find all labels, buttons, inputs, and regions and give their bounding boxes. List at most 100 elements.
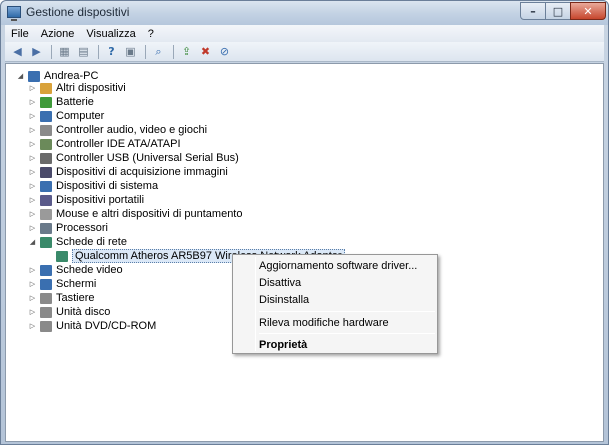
list-view-icon[interactable]: ▤ [75, 44, 92, 60]
context-menu: Aggiornamento software driver... Disatti… [232, 254, 438, 354]
tree-category-label: Altri dispositivi [56, 82, 126, 94]
network-adapter-icon [56, 250, 68, 262]
computer-icon [28, 70, 40, 82]
expand-icon[interactable]: ▷ [28, 98, 37, 106]
update-driver-icon[interactable]: ⇪ [178, 44, 195, 60]
expand-icon[interactable]: ▷ [28, 266, 37, 274]
tree-category-label: Schede di rete [56, 236, 127, 248]
close-button[interactable]: ✕ [570, 2, 606, 20]
ide-controller-icon [40, 138, 52, 150]
menu-bar: File Azione Visualizza ? [5, 25, 604, 42]
tree-category-label: Processori [56, 222, 108, 234]
expand-icon[interactable]: ▷ [28, 182, 37, 190]
tree-category-label: Controller audio, video e giochi [56, 124, 208, 136]
mouse-icon [40, 208, 52, 220]
expand-icon[interactable]: ▷ [28, 224, 37, 232]
forward-icon[interactable]: ▶ [28, 44, 45, 60]
window-title: Gestione dispositivi [26, 5, 130, 19]
back-icon[interactable]: ◀ [9, 44, 26, 60]
collapse-icon[interactable]: ◢ [16, 72, 25, 80]
tree-category-label: Schede video [56, 264, 123, 276]
tree-category[interactable]: ▷ Tastiere [28, 291, 95, 305]
expand-icon[interactable]: ▷ [28, 126, 37, 134]
tree-category[interactable]: ▷ Mouse e altri dispositivi di puntamento [28, 207, 243, 221]
menu-update-driver[interactable]: Aggiornamento software driver... [259, 260, 417, 272]
tree-category-label: Dispositivi di sistema [56, 180, 159, 192]
help-icon[interactable]: ? [103, 44, 120, 60]
tree-category[interactable]: ▷ Dispositivi di acquisizione immagini [28, 165, 228, 179]
tree-category[interactable]: ▷ Dispositivi di sistema [28, 179, 158, 193]
speaker-icon [40, 124, 52, 136]
tree-category-label: Schermi [56, 278, 97, 290]
expand-icon[interactable]: ▷ [28, 140, 37, 148]
expand-icon[interactable]: ▷ [28, 196, 37, 204]
expand-icon[interactable]: ▷ [28, 322, 37, 330]
menu-visualizza[interactable]: Visualizza [80, 28, 141, 40]
tree-category[interactable]: ▷ Processori [28, 221, 108, 235]
device-tree[interactable]: ◢ Andrea-PC ▷ Altri dispositivi ▷ Batterie ▷… [5, 63, 604, 442]
camera-icon [40, 166, 52, 178]
menu-gutter [255, 257, 256, 351]
toolbar-separator [98, 44, 99, 59]
battery-icon [40, 96, 52, 108]
tree-category-label: Dispositivi portatili [56, 194, 145, 206]
tree-category[interactable]: ▷ Altri dispositivi [28, 81, 126, 95]
tree-category[interactable]: ▷ Schermi [28, 277, 97, 291]
expand-icon[interactable]: ▷ [28, 112, 37, 120]
tree-category[interactable]: ▷ Unità DVD/CD-ROM [28, 319, 156, 333]
toolbar-separator [173, 44, 174, 59]
toolbar-separator [51, 44, 52, 59]
minimize-button[interactable]: – [520, 2, 546, 20]
tree-category-label: Computer [56, 110, 105, 122]
device-manager-icon [7, 6, 21, 21]
expand-icon[interactable]: ▷ [28, 210, 37, 218]
monitor-icon [40, 278, 52, 290]
toolbar: ◀ ▶ ▦ ▤ ? ▣ ⌕ ⇪ ✖ ⊘ [5, 42, 604, 62]
menu-separator [259, 333, 435, 334]
tree-category[interactable]: ▷ Schede video [28, 263, 123, 277]
menu-scan-changes[interactable]: Rileva modifiche hardware [259, 317, 389, 329]
tree-category[interactable]: ▷ Controller USB (Universal Serial Bus) [28, 151, 239, 165]
menu-uninstall[interactable]: Disinstalla [259, 294, 309, 306]
tree-category[interactable]: ▷ Controller audio, video e giochi [28, 123, 207, 137]
computer-icon [40, 110, 52, 122]
collapse-icon[interactable]: ◢ [28, 238, 37, 246]
tree-category[interactable]: ◢ Schede di rete [28, 235, 127, 249]
maximize-button[interactable]: □ [545, 2, 571, 20]
tree-category[interactable]: ▷ Computer [28, 109, 105, 123]
tree-category[interactable]: ▷ Unità disco [28, 305, 111, 319]
expand-icon[interactable]: ▷ [28, 84, 37, 92]
expand-icon[interactable]: ▷ [28, 294, 37, 302]
menu-file[interactable]: File [5, 28, 35, 40]
title-bar[interactable]: Gestione dispositivi – □ ✕ [1, 1, 608, 25]
tree-category[interactable]: ▷ Controller IDE ATA/ATAPI [28, 137, 181, 151]
menu-azione[interactable]: Azione [35, 28, 81, 40]
tree-category-label: Tastiere [56, 292, 95, 304]
dvd-drive-icon [40, 320, 52, 332]
uninstall-icon[interactable]: ✖ [197, 44, 214, 60]
tree-category-label: Unità disco [56, 306, 111, 318]
disable-icon[interactable]: ⊘ [216, 44, 233, 60]
tree-category-label: Controller USB (Universal Serial Bus) [56, 152, 239, 164]
portable-device-icon [40, 194, 52, 206]
tree-category[interactable]: ▷ Batterie [28, 95, 94, 109]
tree-category-label: Unità DVD/CD-ROM [56, 320, 157, 332]
expand-icon[interactable]: ▷ [28, 168, 37, 176]
display-adapter-icon [40, 264, 52, 276]
usb-icon [40, 152, 52, 164]
menu-properties[interactable]: Proprietà [259, 339, 307, 351]
tree-category-label: Batterie [56, 96, 94, 108]
toolbar-separator [145, 44, 146, 59]
menu-help[interactable]: ? [142, 28, 160, 40]
menu-disable[interactable]: Disattiva [259, 277, 301, 289]
expand-icon[interactable]: ▷ [28, 154, 37, 162]
tree-category[interactable]: ▷ Dispositivi portatili [28, 193, 144, 207]
scan-hardware-icon[interactable]: ⌕ [150, 44, 167, 60]
properties-icon[interactable]: ▣ [122, 44, 139, 60]
device-manager-window: Gestione dispositivi – □ ✕ File Azione V… [0, 0, 609, 445]
console-tree-icon[interactable]: ▦ [56, 44, 73, 60]
menu-separator [259, 311, 435, 312]
expand-icon[interactable]: ▷ [28, 308, 37, 316]
expand-icon[interactable]: ▷ [28, 280, 37, 288]
unknown-device-icon [40, 82, 52, 94]
